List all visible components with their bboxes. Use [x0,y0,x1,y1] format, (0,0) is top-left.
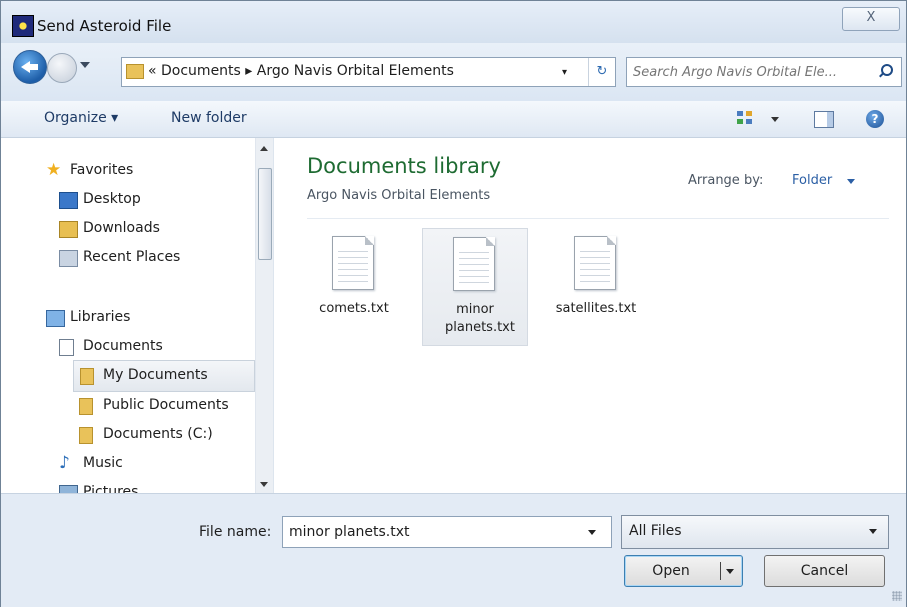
file-name: comets.txt [319,301,389,316]
scroll-up-arrow-icon[interactable] [260,146,268,151]
file-name-field[interactable]: minor planets.txt [282,516,612,548]
file-name: minor planets.txt [445,302,515,335]
resize-grip-icon[interactable] [892,591,902,601]
desktop-icon [59,192,78,209]
file-name-dropdown-icon[interactable] [588,530,596,535]
arrange-by-label: Arrange by: [688,173,764,188]
file-type-select[interactable]: All Files [621,515,889,549]
close-button[interactable]: X [842,7,900,31]
file-name: satellites.txt [555,301,637,316]
nav-music-label: Music [83,455,123,471]
change-view-icon[interactable] [737,111,753,125]
search-icon[interactable] [881,64,893,76]
text-file-icon [574,236,616,290]
recent-pages-dropdown-icon[interactable] [80,62,90,68]
text-file-icon [453,237,495,291]
file-name-label: File name: [199,524,272,540]
nav-desktop-label: Desktop [83,191,141,207]
nav-my-documents[interactable]: My Documents [73,360,255,392]
nav-my-documents-label: My Documents [103,367,208,383]
asteroid-app-icon [12,15,34,37]
forward-arrow-icon[interactable] [47,53,77,83]
nav-favorites-label: Favorites [70,162,134,178]
dialog-footer: File name: minor planets.txt All Files O… [1,493,906,607]
nav-recent-places-label: Recent Places [83,249,181,265]
file-item[interactable]: satellites.txt [544,228,648,344]
folder-icon [80,368,94,385]
music-note-icon: ♪ [59,453,70,473]
send-asteroid-file-dialog: Send Asteroid File X « Documents ▸ Argo … [0,0,907,607]
organize-button[interactable]: Organize ▾ [44,110,118,126]
scroll-down-arrow-icon[interactable] [260,482,268,487]
breadcrumb[interactable]: « Documents ▸ Argo Navis Orbital Element… [148,63,454,79]
pictures-icon [59,485,78,493]
file-type-value: All Files [629,523,682,539]
nav-libraries-label: Libraries [70,309,131,325]
folder-icon [126,64,144,79]
preview-pane-icon[interactable] [814,111,834,128]
file-item-selected[interactable]: minor planets.txt [422,228,528,346]
file-list-pane: Documents library Argo Navis Orbital Ele… [274,138,906,493]
file-item[interactable]: comets.txt [302,228,406,344]
search-box[interactable] [626,57,902,87]
library-title: Documents library [307,154,501,178]
nav-scrollbar[interactable] [255,138,273,493]
arrange-by-value[interactable]: Folder [792,173,832,188]
window-title: Send Asteroid File [37,17,172,35]
nav-documents-c-label: Documents (C:) [103,426,213,442]
arrange-by-dropdown-icon[interactable] [847,179,855,184]
text-file-icon [332,236,374,290]
split-divider [720,562,721,580]
help-icon[interactable]: ? [866,110,884,128]
navigation-bar: « Documents ▸ Argo Navis Orbital Element… [1,43,906,101]
open-button-label: Open [652,563,690,579]
file-type-dropdown-icon[interactable] [869,529,877,534]
star-icon: ★ [46,160,62,180]
scrollbar-thumb[interactable] [258,168,272,260]
new-folder-button[interactable]: New folder [171,110,247,126]
nav-downloads-label: Downloads [83,220,160,236]
address-dropdown-icon[interactable]: ▾ [562,67,567,78]
back-arrow-icon[interactable] [13,50,47,84]
search-input[interactable] [631,61,875,83]
open-button[interactable]: Open [624,555,743,587]
nav-public-documents-label: Public Documents [103,397,229,413]
command-toolbar: Organize ▾ New folder ? [1,101,906,138]
downloads-folder-icon [59,221,78,238]
libraries-icon [46,310,65,327]
view-options-dropdown-icon[interactable] [771,117,779,122]
navigation-pane: ★ Favorites Desktop Downloads Recent Pla… [1,138,274,493]
folder-icon [79,427,93,444]
header-divider [307,218,889,219]
cancel-button[interactable]: Cancel [764,555,885,587]
folder-icon [79,398,93,415]
refresh-icon[interactable]: ↻ [588,58,615,86]
documents-library-icon [59,339,74,356]
title-bar: Send Asteroid File X [1,1,906,43]
address-bar[interactable]: « Documents ▸ Argo Navis Orbital Element… [121,57,616,87]
open-options-dropdown-icon[interactable] [726,569,734,574]
nav-documents-label: Documents [83,338,163,354]
recent-places-icon [59,250,78,267]
library-subtitle: Argo Navis Orbital Elements [307,188,491,203]
file-name-value[interactable]: minor planets.txt [289,524,410,540]
nav-pictures-label: Pictures [83,484,139,493]
